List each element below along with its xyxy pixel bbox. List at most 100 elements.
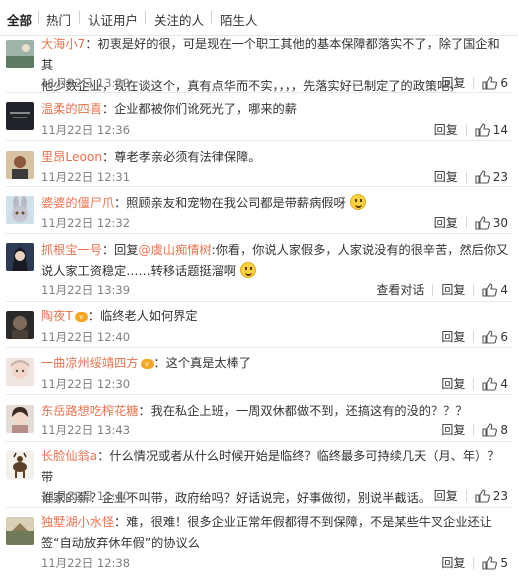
avatar[interactable]: [6, 102, 34, 130]
action-divider: [473, 557, 475, 569]
comment-actions: 回复 5: [441, 554, 508, 573]
thumb-up-icon[interactable]: [475, 216, 490, 233]
view-conversation-link[interactable]: 查看对话: [376, 283, 424, 297]
username-link[interactable]: 一曲凉州绥靖四方: [41, 356, 139, 370]
username-link[interactable]: 长脸仙翁a: [41, 449, 97, 463]
thumb-up-icon[interactable]: [475, 123, 490, 140]
action-divider: [432, 284, 434, 296]
username-link[interactable]: 独墅湖小水怪: [41, 515, 114, 529]
comment-actions: 查看对话 回复 4: [376, 281, 508, 300]
divider: [6, 233, 512, 234]
avatar[interactable]: [6, 243, 34, 271]
username-link[interactable]: 婆婆的僵尸爪: [41, 196, 114, 210]
action-divider: [465, 217, 467, 229]
mention-link[interactable]: @虞山痴情树: [139, 243, 212, 257]
reply-button[interactable]: 回复: [434, 170, 458, 184]
username-link[interactable]: 温柔的四喜: [41, 102, 102, 116]
comment-actions: 回复 14: [434, 121, 508, 140]
comment-actions: 回复 4: [441, 375, 508, 394]
comment-text: 抓根宝一号：回复@虞山痴情树:你看，你说人家假多，人家说没有的很辛苦，然后你又 …: [41, 240, 509, 282]
filter-tabs: 全部 热门 认证用户 关注的人 陌生人: [0, 0, 518, 36]
divider: [6, 92, 512, 93]
username-link[interactable]: 陶夜T: [41, 309, 73, 323]
avatar[interactable]: [6, 517, 34, 545]
action-divider: [473, 424, 475, 436]
tab-hot[interactable]: 热门: [46, 10, 71, 29]
comment-text: 里昂Leoon：尊老孝亲必须有法律保障。: [41, 147, 509, 168]
reply-button[interactable]: 回复: [441, 283, 465, 297]
thumb-up-icon[interactable]: [482, 76, 498, 93]
avatar[interactable]: [6, 405, 34, 433]
avatar[interactable]: [6, 358, 34, 386]
comment-line: 签“自动放弃休年假”的协议么: [41, 536, 200, 550]
timestamp: 11月22日 12:30: [41, 377, 131, 391]
tab-strangers[interactable]: 陌生人: [220, 10, 258, 29]
vip-badge-icon: v: [74, 312, 88, 322]
reply-button[interactable]: 回复: [441, 377, 465, 391]
timestamp: 11月22日 13:43: [41, 423, 131, 437]
comment-line: ：临终老人如何界定: [87, 309, 198, 323]
comment-line: :你看，你说人家假多，人家说没有的很辛苦，然后你又: [211, 243, 509, 257]
comment-actions: 回复 6: [441, 328, 508, 347]
reply-button[interactable]: 回复: [441, 76, 465, 90]
action-divider: [465, 171, 467, 183]
avatar[interactable]: [6, 40, 34, 68]
avatar[interactable]: [6, 196, 34, 224]
thumb-up-icon[interactable]: [482, 330, 498, 347]
comment-line: ：我在私企上班，一周双休都做不到，还搞这有的没的？？？: [138, 404, 468, 418]
reply-button[interactable]: 回复: [441, 556, 465, 570]
comment-line: 说人家工资稳定……转移话题挺溜啊: [41, 264, 236, 278]
reply-prefix: ：回复: [101, 243, 139, 257]
comment-text: 婆婆的僵尸爪：照顾亲友和宠物在我公司都是带薪病假呀: [41, 193, 509, 214]
divider: [6, 140, 512, 141]
comment-text: 独墅湖小水怪：难，很难！很多企业正常年假都得不到保障，不是某些牛叉企业还让 签“…: [41, 512, 509, 554]
tab-verified-users[interactable]: 认证用户: [88, 10, 138, 29]
timestamp: 11月22日 12:31: [41, 170, 131, 184]
comment-line: ：这个真是太棒了: [153, 356, 252, 370]
timestamp: 11月22日 12:38: [41, 556, 131, 570]
comment-actions: 回复 30: [434, 214, 508, 233]
like-count: 8: [500, 423, 508, 437]
thumb-up-icon[interactable]: [482, 423, 498, 440]
action-divider: [473, 331, 475, 343]
reply-button[interactable]: 回复: [434, 123, 458, 137]
username-link[interactable]: 里昂Leoon: [41, 150, 102, 164]
tab-divider: [79, 11, 80, 24]
like-count: 6: [500, 76, 508, 90]
comment-text: 陶夜T v ：临终老人如何界定: [41, 306, 509, 327]
like-count: 4: [500, 283, 508, 297]
tab-divider: [38, 11, 39, 24]
like-count: 14: [492, 123, 508, 137]
username-link[interactable]: 抓根宝一号: [41, 243, 102, 257]
avatar[interactable]: [6, 311, 34, 339]
username-link[interactable]: 东岳路想吃榨花糖: [41, 404, 139, 418]
comment-line: ：难，很难！很多企业正常年假都得不到保障，不是某些牛叉企业还让: [114, 515, 492, 529]
action-divider: [473, 77, 475, 89]
divider: [6, 347, 512, 348]
tab-divider: [211, 11, 212, 24]
action-divider: [473, 378, 475, 390]
reply-button[interactable]: 回复: [441, 330, 465, 344]
avatar[interactable]: [6, 151, 34, 179]
thumb-up-icon[interactable]: [475, 489, 490, 506]
timestamp: 11月22日 12:32: [41, 216, 131, 230]
like-count: 23: [492, 170, 508, 184]
tab-all[interactable]: 全部: [7, 10, 32, 29]
reply-button[interactable]: 回复: [434, 489, 458, 503]
timestamp: 11月22日 13:39: [41, 283, 131, 297]
thumb-up-icon[interactable]: [482, 377, 498, 394]
thumb-up-icon[interactable]: [482, 283, 498, 300]
thumb-up-icon[interactable]: [475, 170, 490, 187]
comment-text: 东岳路想吃榨花糖：我在私企上班，一周双休都做不到，还搞这有的没的？？？: [41, 401, 509, 422]
divider: [6, 394, 512, 395]
avatar[interactable]: [6, 451, 34, 479]
comment-line: ：企业都被你们讹死光了，哪来的薪: [101, 102, 297, 116]
tab-divider: [145, 11, 146, 24]
comment-actions: 回复 23: [434, 168, 508, 187]
tab-following[interactable]: 关注的人: [154, 10, 204, 29]
username-link[interactable]: 大海小7: [41, 37, 85, 51]
action-divider: [465, 490, 467, 502]
reply-button[interactable]: 回复: [434, 216, 458, 230]
reply-button[interactable]: 回复: [441, 423, 465, 437]
thumb-up-icon[interactable]: [482, 556, 498, 573]
